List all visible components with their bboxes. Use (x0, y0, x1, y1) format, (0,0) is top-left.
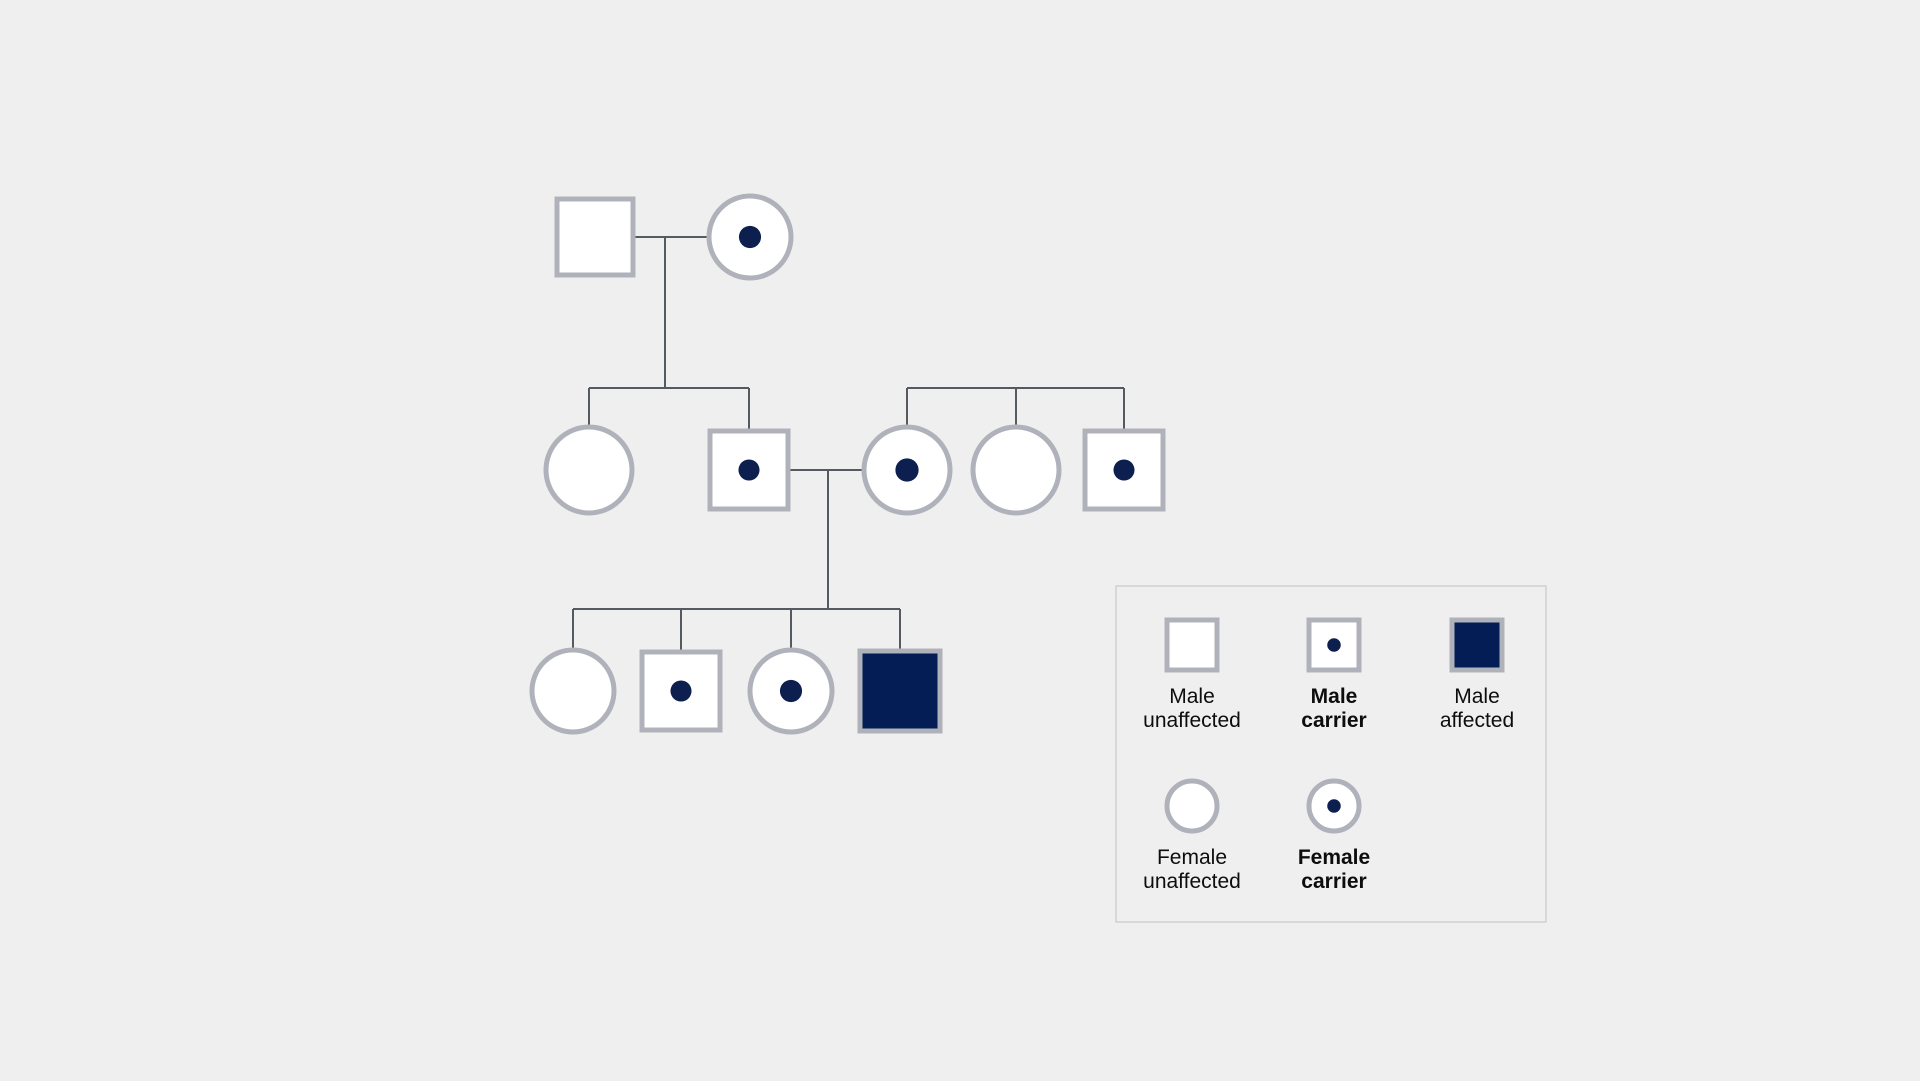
carrier-dot-icon (738, 225, 762, 249)
carrier-dot-icon (1113, 459, 1135, 481)
legend-label: unaffected (1143, 709, 1241, 732)
legend-label: carrier (1301, 709, 1366, 732)
pedigree-member-female-carrier[interactable] (747, 647, 835, 735)
male-square (857, 648, 943, 734)
pedigree-member-male-carrier[interactable] (707, 428, 791, 512)
legend-label: Female (1298, 846, 1370, 869)
carrier-dot-icon (1327, 638, 1341, 652)
pedigree-member-male-carrier[interactable] (1082, 428, 1166, 512)
male-square (1164, 617, 1220, 673)
legend-label: Male (1454, 685, 1500, 708)
male-square (1449, 617, 1505, 673)
pedigree-member-female-carrier[interactable] (861, 424, 953, 516)
legend-symbol-male-carrier[interactable] (1306, 617, 1362, 673)
legend-label: Male (1311, 685, 1358, 708)
female-circle (543, 424, 635, 516)
legend-label: Female (1157, 846, 1227, 869)
female-circle (1164, 778, 1220, 834)
pedigree-member-male-unaffected[interactable] (554, 196, 636, 278)
carrier-dot-icon (779, 679, 803, 703)
female-circle (529, 647, 617, 735)
male-square (554, 196, 636, 278)
carrier-dot-icon (1327, 799, 1341, 813)
pedigree-member-female-unaffected[interactable] (970, 424, 1062, 516)
pedigree-member-female-unaffected[interactable] (543, 424, 635, 516)
pedigree-canvas: MaleunaffectedMalecarrierMaleaffectedFem… (0, 0, 1920, 1081)
carrier-dot-icon (670, 680, 692, 702)
legend-label: affected (1440, 709, 1514, 732)
legend-label: carrier (1301, 870, 1366, 893)
carrier-dot-icon (895, 458, 919, 482)
legend-symbol-male-affected[interactable] (1449, 617, 1505, 673)
carrier-dot-icon (738, 459, 760, 481)
pedigree-member-female-carrier[interactable] (706, 193, 794, 281)
legend-label: Male (1169, 685, 1215, 708)
legend-symbol-female-unaffected[interactable] (1164, 778, 1220, 834)
legend-symbol-male-unaffected[interactable] (1164, 617, 1220, 673)
pedigree-member-male-affected[interactable] (857, 648, 943, 734)
pedigree-member-male-carrier[interactable] (639, 649, 723, 733)
legend-label: unaffected (1143, 870, 1241, 893)
female-circle (970, 424, 1062, 516)
legend-symbol-female-carrier[interactable] (1306, 778, 1362, 834)
canvas-background (0, 0, 1920, 1081)
pedigree-member-female-unaffected[interactable] (529, 647, 617, 735)
